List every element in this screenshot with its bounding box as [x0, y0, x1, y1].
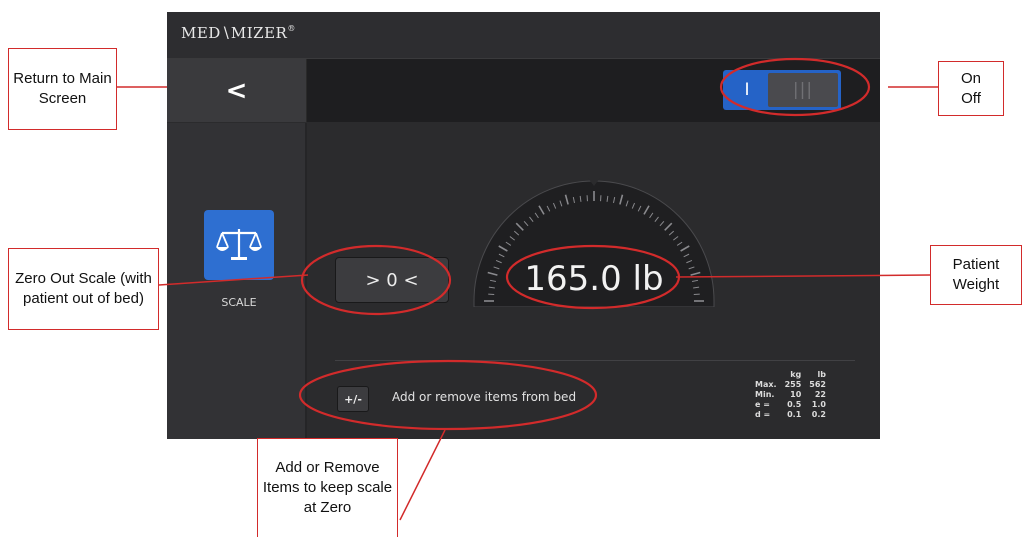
- scale-nav-label: SCALE: [221, 296, 257, 309]
- logo-trademark: ®: [287, 24, 296, 33]
- spec-row: e = 0.5 1.0: [755, 400, 826, 410]
- annotation-off-text: Off: [961, 89, 981, 107]
- annotation-on-text: On: [960, 69, 981, 87]
- spec-row-lb: 562: [809, 380, 826, 389]
- add-remove-items-label: Add or remove items from bed: [392, 390, 577, 404]
- annotation-return-main-text: Return to Main Screen: [13, 70, 112, 107]
- spec-row: Max. 255 562: [755, 380, 826, 390]
- annotation-on-off: On Off: [938, 61, 1004, 116]
- scale-nav-button[interactable]: [204, 210, 274, 280]
- add-remove-items-button[interactable]: +/-: [337, 386, 369, 412]
- annotation-patient-weight-text: Patient Weight: [952, 256, 1000, 293]
- top-bar: MED∖MIZER®: [167, 12, 880, 58]
- chevron-left-icon: <: [225, 75, 248, 106]
- spec-row-kg: 0.5: [787, 400, 802, 409]
- medmizer-logo: MED∖MIZER®: [181, 24, 296, 42]
- spec-row-lb: 0.2: [811, 410, 826, 419]
- annotation-add-remove-text: Add or Remove Items to keep scale at Zer…: [262, 459, 393, 516]
- spec-row-label: d =: [755, 410, 771, 419]
- annotation-return-main: Return to Main Screen: [8, 48, 117, 130]
- spec-row: Min. 10 22: [755, 390, 826, 400]
- spec-row-label: Max.: [755, 380, 777, 389]
- spec-row-kg: 10: [790, 390, 802, 399]
- addremove-connector: [399, 429, 446, 521]
- spec-row-kg: 0.1: [787, 410, 802, 419]
- annotation-add-remove: Add or Remove Items to keep scale at Zer…: [257, 438, 398, 537]
- spec-row: d = 0.1 0.2: [755, 410, 826, 420]
- spec-row-lb: 22: [814, 390, 826, 399]
- spec-header-kg: kg: [790, 370, 802, 379]
- spec-header-row: kg lb: [755, 370, 826, 380]
- toggle-on-segment[interactable]: I: [726, 73, 768, 107]
- spec-header-lb: lb: [817, 370, 826, 379]
- scale-spec-table: kg lb Max. 255 562 Min. 10 22 e = 0.5 1.…: [755, 370, 826, 420]
- back-button[interactable]: <: [167, 59, 307, 122]
- device-screen: MED∖MIZER® < I ||| SCALE > 0 < 165.0 lb …: [167, 12, 880, 439]
- spec-row-label: e =: [755, 400, 770, 409]
- scale-icon: [216, 229, 262, 260]
- divider: [335, 360, 855, 361]
- zero-scale-button[interactable]: > 0 <: [335, 257, 449, 303]
- toggle-off-segment[interactable]: |||: [768, 73, 838, 107]
- power-toggle[interactable]: I |||: [723, 70, 841, 110]
- weight-readout: 165.0 lb: [524, 259, 664, 299]
- spec-row-kg: 255: [784, 380, 802, 389]
- logo-text: MED∖MIZER: [181, 24, 288, 42]
- annotation-patient-weight: Patient Weight: [930, 245, 1022, 305]
- annotation-zero-out-text: Zero Out Scale (with patient out of bed): [15, 270, 152, 307]
- sidebar: [167, 123, 307, 439]
- annotation-zero-out: Zero Out Scale (with patient out of bed): [8, 248, 159, 330]
- spec-row-lb: 1.0: [811, 400, 826, 409]
- spec-row-label: Min.: [755, 390, 775, 399]
